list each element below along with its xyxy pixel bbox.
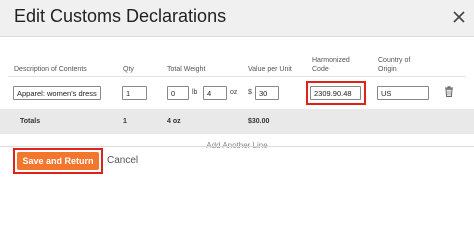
totals-value: $30.00 xyxy=(248,118,270,125)
oz-unit-label: oz xyxy=(230,89,238,96)
totals-row: Totals 1 4 oz $30.00 xyxy=(0,109,474,134)
trash-icon[interactable] xyxy=(444,86,454,97)
totals-weight: 4 oz xyxy=(167,118,181,125)
close-icon[interactable] xyxy=(451,9,467,25)
qty-input[interactable] xyxy=(122,86,147,100)
column-header-value: Value per Unit xyxy=(248,66,292,73)
lb-unit-label: lb xyxy=(192,89,198,96)
cancel-link[interactable]: Cancel xyxy=(107,155,138,166)
dialog-header: Edit Customs Declarations xyxy=(0,0,474,37)
value-input[interactable] xyxy=(255,86,279,100)
header-separator xyxy=(8,76,466,77)
column-header-qty: Qty xyxy=(123,66,134,73)
harmonized-code-input[interactable] xyxy=(310,86,361,100)
currency-symbol: $ xyxy=(248,89,252,96)
totals-qty: 1 xyxy=(123,118,127,125)
footer-separator xyxy=(0,146,474,147)
dialog-title: Edit Customs Declarations xyxy=(14,6,227,26)
save-and-return-button[interactable]: Save and Return xyxy=(17,152,99,170)
column-header-weight: Total Weight xyxy=(167,66,206,73)
totals-label: Totals xyxy=(20,118,41,125)
country-origin-input[interactable] xyxy=(377,86,429,100)
column-header-origin: Country of Origin xyxy=(378,57,411,73)
description-input[interactable] xyxy=(13,86,101,100)
column-header-harmonized: Harmonized Code xyxy=(312,57,350,73)
column-header-description: Description of Contents xyxy=(14,66,87,73)
weight-oz-input[interactable] xyxy=(203,86,227,100)
weight-lb-input[interactable] xyxy=(167,86,189,100)
